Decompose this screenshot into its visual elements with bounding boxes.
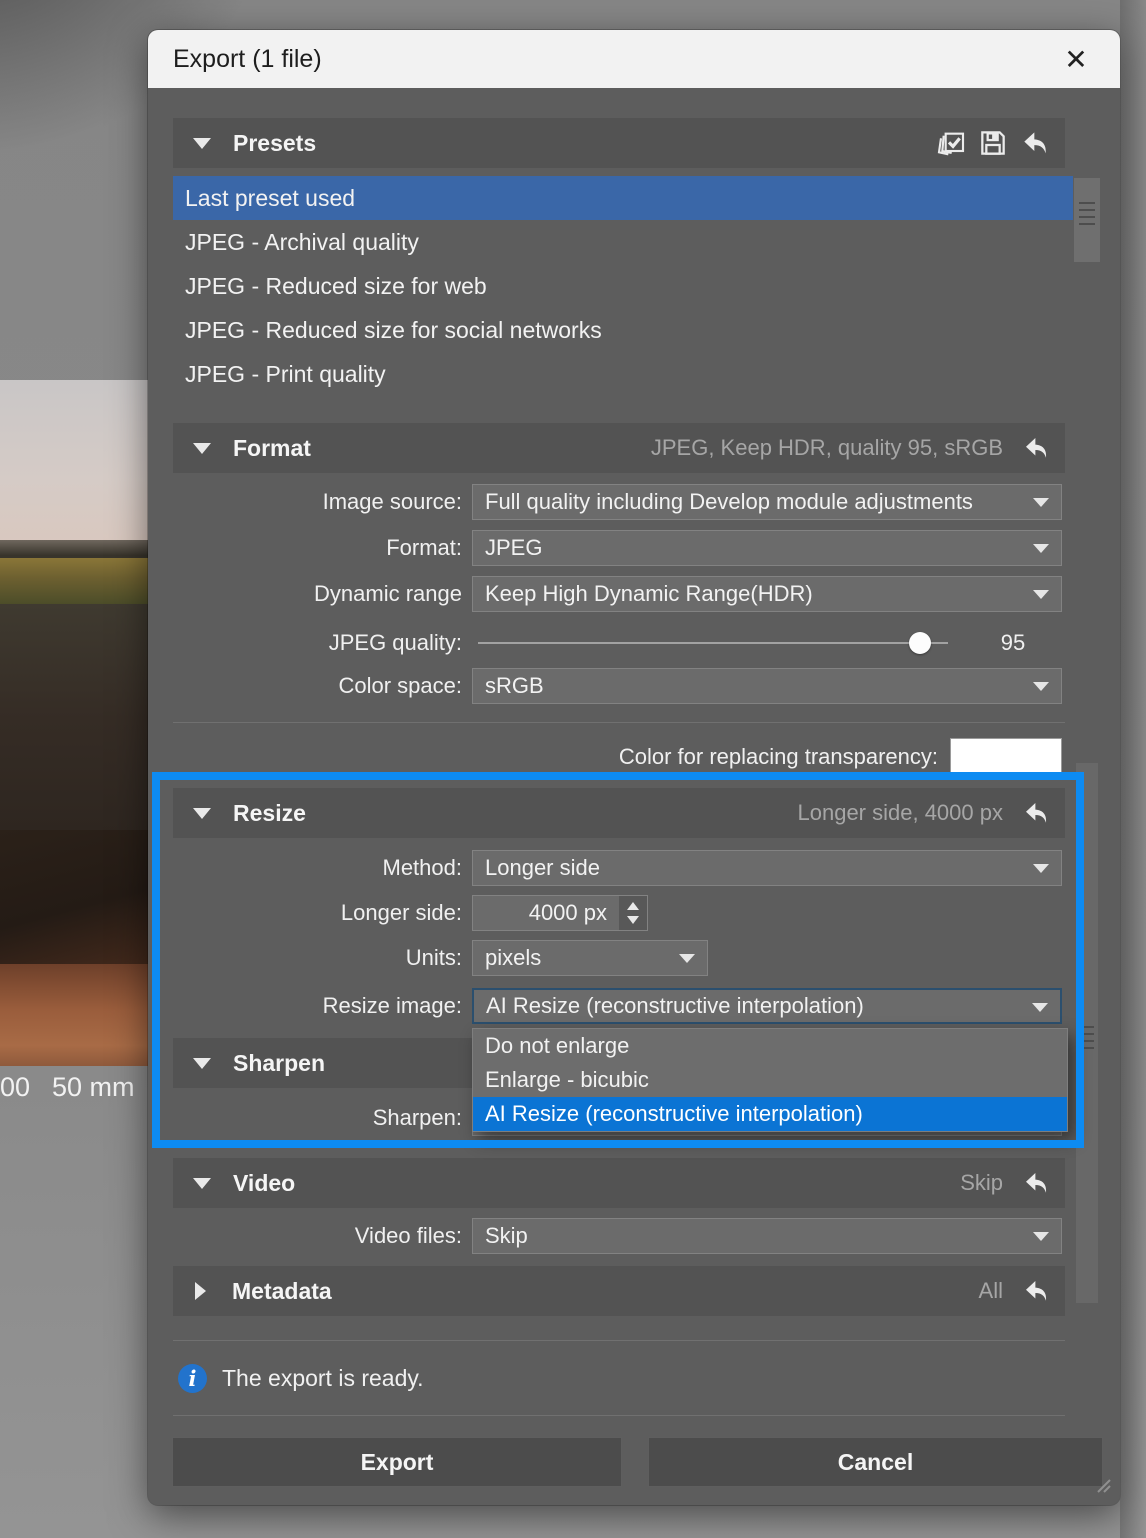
metadata-title: Metadata [232, 1278, 332, 1305]
undo-icon[interactable] [1021, 433, 1051, 463]
format-label: Format: [173, 535, 462, 561]
format-section-header[interactable]: Format JPEG, Keep HDR, quality 95, sRGB [173, 423, 1065, 473]
chevron-down-icon [1033, 498, 1049, 507]
chevron-down-icon [1033, 1232, 1049, 1241]
transparency-label: Color for replacing transparency: [173, 738, 938, 776]
apply-preset-icon[interactable] [935, 127, 967, 159]
video-files-label: Video files: [173, 1223, 462, 1249]
spinner-down-icon[interactable] [627, 916, 639, 924]
resize-summary: Longer side, 4000 px [798, 800, 1004, 826]
preset-item[interactable]: JPEG - Print quality [173, 352, 1073, 396]
preset-item[interactable]: JPEG - Archival quality [173, 220, 1073, 264]
divider [173, 1340, 1065, 1341]
export-dialog: Export (1 file) ✕ Presets [148, 30, 1120, 1505]
photo-sky [0, 380, 148, 545]
presets-title: Presets [233, 130, 316, 157]
divider [173, 722, 1065, 723]
format-select[interactable]: JPEG [472, 530, 1062, 566]
units-select[interactable]: pixels [472, 940, 708, 976]
chevron-down-icon [679, 954, 695, 963]
preset-item[interactable]: JPEG - Reduced size for social networks [173, 308, 1073, 352]
chevron-right-icon [195, 1282, 206, 1300]
photo-field [0, 604, 148, 834]
dropdown-option[interactable]: Do not enlarge [473, 1029, 1067, 1063]
undo-icon[interactable] [1021, 1168, 1051, 1198]
sharpen-title: Sharpen [233, 1050, 325, 1077]
longer-side-label: Longer side: [173, 900, 462, 926]
quality-value: 95 [978, 625, 1048, 661]
units-label: Units: [173, 945, 462, 971]
desktop-background: 100 50 mm Export (1 file) ✕ Presets [0, 0, 1146, 1538]
chevron-down-icon [1033, 590, 1049, 599]
divider [173, 1415, 1065, 1416]
sharpen-label: Sharpen: [173, 1105, 462, 1131]
color-space-label: Color space: [173, 673, 462, 699]
undo-icon[interactable] [1021, 1276, 1051, 1306]
resize-image-label: Resize image: [173, 993, 462, 1019]
method-select[interactable]: Longer side [472, 850, 1062, 886]
presets-section-header[interactable]: Presets [173, 118, 1065, 168]
resize-grip-icon[interactable] [1088, 1470, 1112, 1499]
export-button[interactable]: Export [172, 1437, 622, 1487]
metadata-section-header[interactable]: Metadata All [173, 1266, 1065, 1316]
exif-focal-length: 50 mm [52, 1072, 135, 1103]
video-files-select[interactable]: Skip [472, 1218, 1062, 1254]
save-preset-icon[interactable] [977, 127, 1009, 159]
dialog-titlebar: Export (1 file) ✕ [148, 30, 1120, 88]
chevron-down-icon [1033, 864, 1049, 873]
background-photo [0, 380, 148, 1066]
image-source-label: Image source: [173, 489, 462, 515]
preset-item[interactable]: Last preset used [173, 176, 1073, 220]
method-label: Method: [173, 855, 462, 881]
longer-side-value[interactable]: 4000 px [473, 896, 619, 930]
quality-slider-handle[interactable] [909, 632, 931, 654]
chevron-down-icon [193, 1058, 211, 1069]
cancel-button[interactable]: Cancel [648, 1437, 1103, 1487]
chevron-down-icon [193, 1178, 211, 1189]
video-section-header[interactable]: Video Skip [173, 1158, 1065, 1208]
undo-icon[interactable] [1019, 127, 1051, 159]
preset-item[interactable]: JPEG - Reduced size for web [173, 264, 1073, 308]
resize-section-header[interactable]: Resize Longer side, 4000 px [173, 788, 1065, 838]
format-title: Format [233, 435, 311, 462]
scrollbar-grip-icon [1080, 1026, 1094, 1052]
photo-slope [0, 830, 148, 970]
format-summary: JPEG, Keep HDR, quality 95, sRGB [651, 435, 1003, 461]
exif-iso: 100 [0, 1072, 30, 1103]
jpeg-quality-label: JPEG quality: [173, 630, 462, 656]
dialog-scrollbar-thumb[interactable] [1076, 763, 1098, 1303]
metadata-summary: All [979, 1278, 1003, 1304]
dropdown-option-selected[interactable]: AI Resize (reconstructive interpolation) [473, 1097, 1067, 1131]
chevron-down-icon [1032, 1003, 1048, 1012]
chevron-down-icon [193, 138, 211, 149]
transparency-color-swatch[interactable] [950, 738, 1062, 776]
dialog-title: Export (1 file) [173, 45, 322, 74]
exif-info: 100 50 mm [0, 1072, 148, 1112]
spinner-up-icon[interactable] [627, 902, 639, 910]
chevron-down-icon [193, 808, 211, 819]
quality-slider-track[interactable] [478, 642, 948, 644]
video-summary: Skip [960, 1170, 1003, 1196]
dynamic-range-label: Dynamic range [173, 581, 462, 607]
undo-icon[interactable] [1021, 798, 1051, 828]
resize-image-select[interactable]: AI Resize (reconstructive interpolation) [472, 988, 1062, 1024]
status-message: The export is ready. [222, 1360, 424, 1396]
scrollbar-grip-icon [1079, 202, 1095, 228]
resize-image-dropdown-popup: Do not enlarge Enlarge - bicubic AI Resi… [472, 1028, 1068, 1132]
longer-side-stepper[interactable]: 4000 px [472, 895, 648, 931]
chevron-down-icon [1033, 544, 1049, 553]
dropdown-option[interactable]: Enlarge - bicubic [473, 1063, 1067, 1097]
photo-trees [0, 558, 148, 608]
presets-scrollbar-thumb[interactable] [1074, 178, 1100, 262]
resize-title: Resize [233, 800, 306, 827]
chevron-down-icon [193, 443, 211, 454]
video-title: Video [233, 1170, 295, 1197]
dynamic-range-select[interactable]: Keep High Dynamic Range(HDR) [472, 576, 1062, 612]
image-source-select[interactable]: Full quality including Develop module ad… [472, 484, 1062, 520]
close-icon[interactable]: ✕ [1052, 30, 1100, 88]
color-space-select[interactable]: sRGB [472, 668, 1062, 704]
photo-grass [0, 964, 148, 1066]
info-icon: i [178, 1364, 207, 1393]
chevron-down-icon [1033, 682, 1049, 691]
